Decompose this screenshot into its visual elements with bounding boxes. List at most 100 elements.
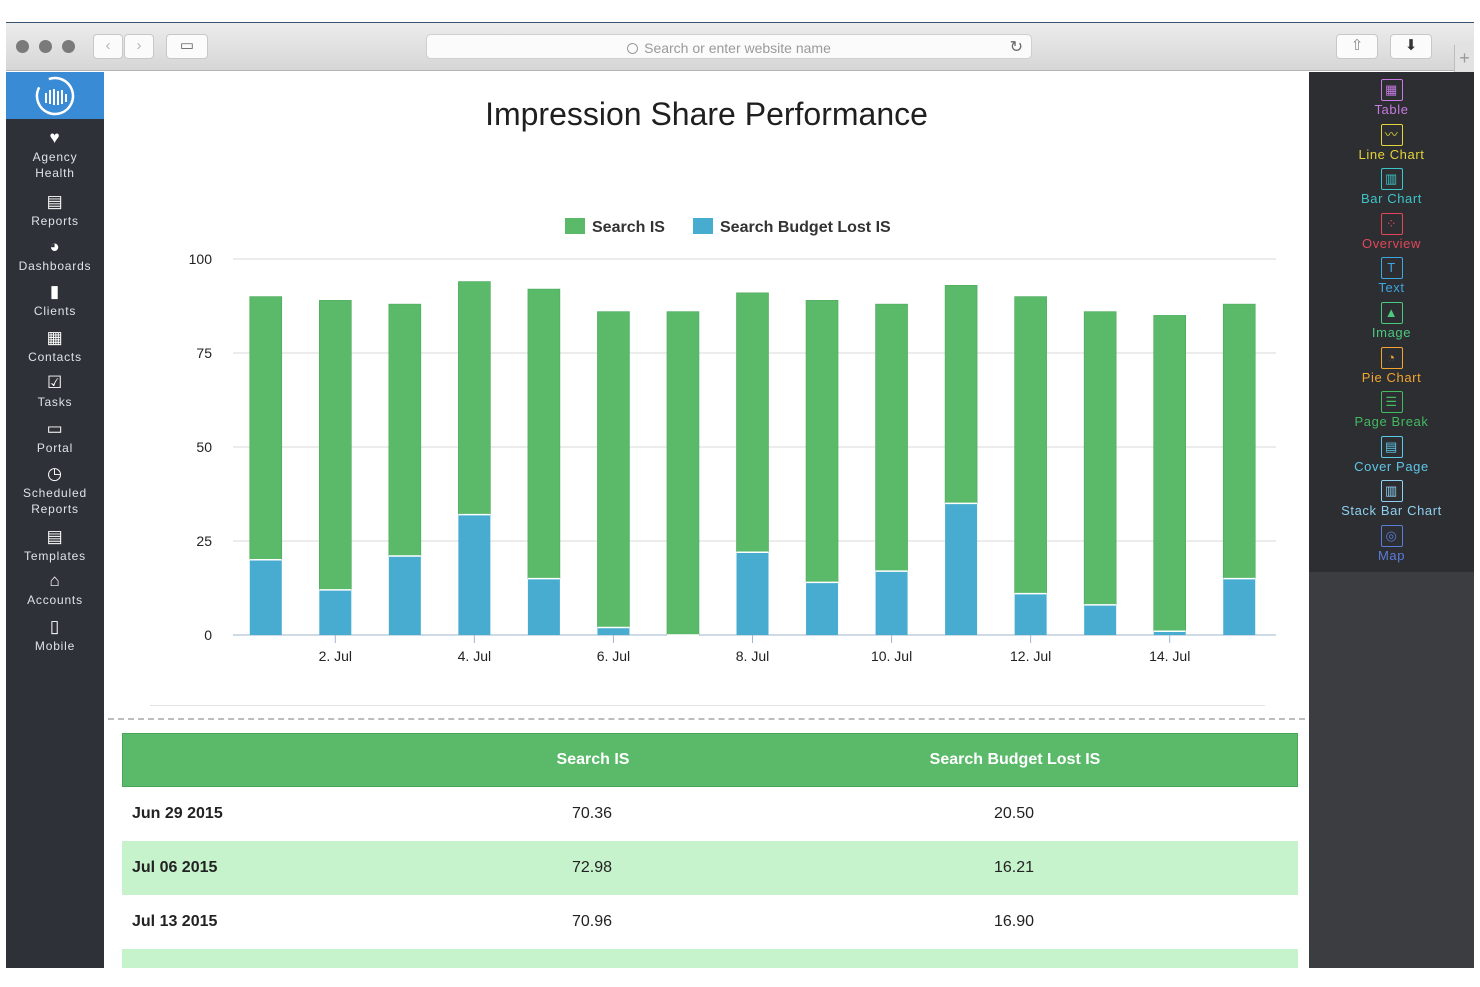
close-window-button[interactable] <box>16 40 29 53</box>
widget-table[interactable]: ▦ Table <box>1309 79 1474 117</box>
header-budget-lost-is: Search Budget Lost IS <box>929 751 1101 768</box>
row-budget-lost-is: 20.50 <box>993 805 1035 822</box>
table-icon: ▦ <box>1380 79 1403 101</box>
nav-item-accounts[interactable]: ⌂ Accounts <box>6 572 104 608</box>
chart-bottom-border <box>150 705 1265 706</box>
widget-text[interactable]: T Text <box>1309 257 1474 295</box>
nav-item-agency-health[interactable]: ♥ Agency Health <box>6 129 104 181</box>
widget-line-chart[interactable]: 〰 Line Chart <box>1309 123 1474 162</box>
zoom-window-button[interactable] <box>62 40 75 53</box>
x-tick-label: 14. Jul <box>1149 648 1190 664</box>
nav-item-label: Scheduled Reports <box>23 486 87 516</box>
bar-search-is <box>527 288 561 579</box>
nav-item-label: Clients <box>33 304 77 318</box>
bar-search-is <box>1083 311 1117 606</box>
bar-chart-icon: ▥ <box>1380 168 1403 191</box>
nav-item-contacts[interactable]: ▦ Contacts <box>6 329 104 365</box>
forward-button[interactable]: › <box>124 34 154 59</box>
widget-overview[interactable]: ⁘ Overview <box>1309 212 1474 251</box>
row-date: Jul 13 2015 <box>132 913 218 930</box>
page-break-icon: ☰ <box>1380 391 1403 414</box>
back-button[interactable]: ‹ <box>93 34 123 59</box>
y-tick-label: 100 <box>189 251 213 267</box>
widget-pie-chart[interactable]: ◔ Pie Chart <box>1309 346 1474 385</box>
bar-search-is <box>944 285 978 504</box>
bar-budget-lost-is <box>388 556 421 635</box>
y-tick-label: 75 <box>196 345 212 361</box>
row-search-is: 72.98 <box>571 859 613 876</box>
nav-item-label: Accounts <box>27 593 83 607</box>
nav-item-label: Contacts <box>28 350 82 364</box>
nav-item-templates[interactable]: ▤ Templates <box>6 528 104 564</box>
stack-bar-chart-icon: ▥ <box>1380 480 1403 503</box>
x-tick-label: 8. Jul <box>736 648 769 664</box>
bar-search-is <box>458 281 491 515</box>
nav-item-scheduled-reports[interactable]: ◷ Scheduled Reports <box>6 465 104 517</box>
bar-budget-lost-is <box>736 552 769 635</box>
left-nav: ♥ Agency Health ▤ Reports ◕ Dashboards ▮ Client… <box>6 72 104 968</box>
image-icon: ▲ <box>1380 302 1403 324</box>
bar-search-is <box>875 303 908 572</box>
row-search-is: 70.36 <box>571 805 613 822</box>
bar-budget-lost-is <box>806 582 839 635</box>
new-tab-button[interactable]: + <box>1454 45 1474 73</box>
row-budget-lost-is: 16.90 <box>993 913 1035 930</box>
share-button[interactable]: ⇧ <box>1336 34 1378 59</box>
bar-search-is <box>736 292 769 553</box>
stacked-bar-chart: 0 25 50 75 100 2. Jul 4. Jul 6. Jul 8. Jul 10. Ju… <box>189 218 1276 664</box>
widget-label: Bar Chart <box>1360 191 1423 207</box>
widget-map[interactable]: ◎ Map <box>1309 525 1474 563</box>
nav-item-clients[interactable]: ▮ Clients <box>6 283 104 319</box>
nav-item-reports[interactable]: ▤ Reports <box>6 193 104 229</box>
bar-search-is <box>1222 303 1256 579</box>
widget-label: Table <box>1374 102 1409 117</box>
sidebar-toggle-button[interactable]: ▭ <box>166 34 208 59</box>
download-button[interactable]: ⬇ <box>1390 34 1432 59</box>
nav-item-label: Reports <box>31 214 79 228</box>
widget-label: Overview <box>1362 235 1421 251</box>
nav-item-dashboards[interactable]: ◕ Dashboards <box>6 238 104 274</box>
y-tick-label: 25 <box>196 533 212 549</box>
minimize-window-button[interactable] <box>39 40 52 53</box>
bar-search-is <box>249 296 283 561</box>
bar-search-is <box>805 300 839 583</box>
heart-icon: ♥ <box>49 128 61 147</box>
widget-page-break[interactable]: ☰ Page Break <box>1309 391 1474 429</box>
browser-window: ‹ › ▭ Search or enter website name ↻ ⇧ ⬇… <box>6 22 1474 968</box>
widget-stack-bar-chart[interactable]: ▥ Stack Bar Chart <box>1309 480 1474 518</box>
bar-budget-lost-is <box>945 503 978 635</box>
bar-budget-lost-is <box>527 578 560 635</box>
x-tick-label: 4. Jul <box>458 648 491 664</box>
text-icon: T <box>1380 257 1403 280</box>
search-icon <box>627 43 639 54</box>
bar-budget-lost-is <box>597 627 630 635</box>
nav-item-label: Portal <box>36 441 74 455</box>
overview-icon: ⁘ <box>1380 212 1403 235</box>
pie-chart-icon: ◔ <box>1380 346 1403 369</box>
row-search-is: 70.96 <box>571 913 613 930</box>
browser-toolbar: ‹ › ▭ Search or enter website name ↻ ⇧ ⬇… <box>6 23 1474 73</box>
bar-search-is <box>388 303 422 557</box>
reports-icon: ▤ <box>46 192 64 211</box>
widget-cover-page[interactable]: ▤ Cover Page <box>1309 435 1474 474</box>
app-logo[interactable] <box>6 72 104 119</box>
nav-item-label: Mobile <box>34 639 76 653</box>
widget-image[interactable]: ▲ Image <box>1309 302 1474 340</box>
reload-icon[interactable]: ↻ <box>1010 37 1023 57</box>
widget-bar-chart[interactable]: ▥ Bar Chart <box>1309 168 1474 206</box>
legend-label: Search IS <box>592 219 665 236</box>
widget-label: Text <box>1378 280 1405 296</box>
table-row: Jul 06 2015 72.98 16.21 <box>122 841 1298 895</box>
nav-item-label: Agency Health <box>32 150 78 180</box>
contacts-icon: ▦ <box>46 328 64 347</box>
bar-search-is <box>1014 296 1047 594</box>
nav-item-tasks[interactable]: ☑ Tasks <box>6 374 104 410</box>
nav-item-portal[interactable]: ▭ Portal <box>6 420 104 456</box>
nav-item-mobile[interactable]: ▯ Mobile <box>6 618 104 654</box>
table-row: Jul 13 2015 70.96 16.90 <box>122 895 1298 949</box>
bar-search-is <box>1153 315 1186 632</box>
header-search-is: Search IS <box>556 751 630 768</box>
line-chart-icon: 〰 <box>1380 123 1403 146</box>
bar-budget-lost-is <box>875 571 908 635</box>
address-bar[interactable]: Search or enter website name ↻ <box>426 34 1032 59</box>
